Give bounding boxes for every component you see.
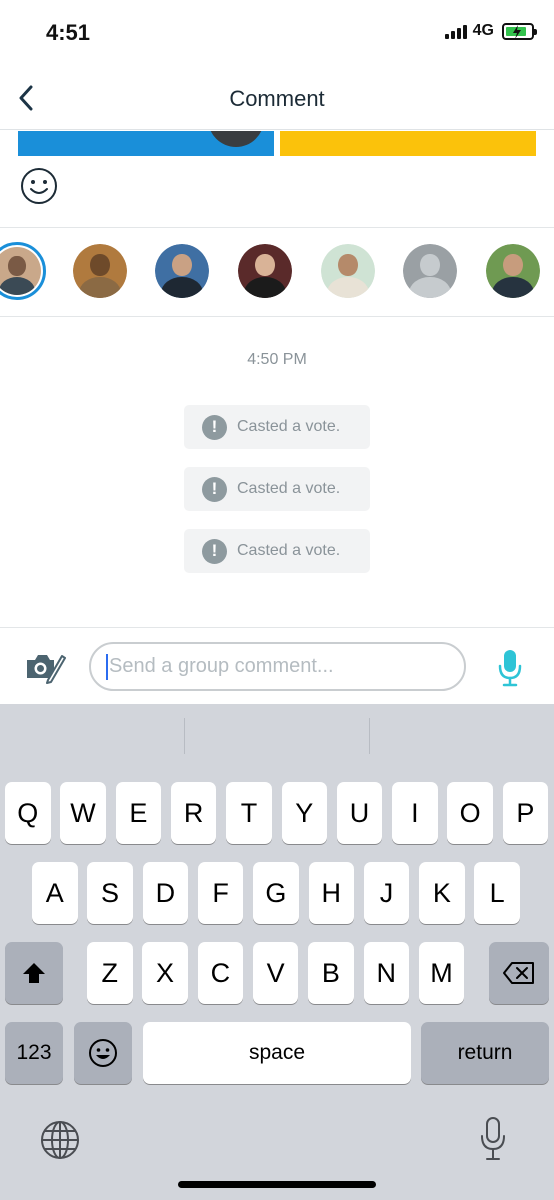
shift-icon: [23, 963, 45, 983]
activity-text: Casted a vote.: [237, 542, 341, 559]
comment-composer: [0, 627, 554, 704]
key-j[interactable]: J: [363, 862, 410, 924]
key-t[interactable]: T: [226, 782, 272, 844]
voice-input-button[interactable]: [497, 648, 523, 688]
keyboard: 123 space return QWERTYUIOP ASDFGHJKL ZXCV…: [0, 704, 554, 1200]
vote-result-bars: [0, 131, 554, 156]
key-o[interactable]: O: [447, 782, 493, 844]
participant-avatar-1[interactable]: [0, 242, 46, 300]
key-q[interactable]: Q: [5, 782, 51, 844]
text-caret: [106, 654, 108, 680]
key-c[interactable]: C: [197, 942, 244, 1004]
delete-key[interactable]: [489, 942, 549, 1004]
key-m[interactable]: M: [418, 942, 465, 1004]
smiley-icon: [21, 168, 57, 204]
shift-key[interactable]: [5, 942, 63, 1004]
status-indicators: 4G: [444, 22, 537, 40]
key-b[interactable]: B: [308, 942, 354, 1004]
dictation-mic-icon: [481, 1117, 505, 1160]
key-n[interactable]: N: [363, 942, 409, 1004]
suggestion-divider: [184, 718, 185, 754]
network-type: 4G: [472, 22, 494, 39]
activity-event: ! Casted a vote.: [184, 529, 370, 573]
participant-avatar-2[interactable]: [73, 244, 127, 298]
globe-icon: [41, 1121, 79, 1159]
activity-event: ! Casted a vote.: [184, 405, 370, 449]
key-p[interactable]: P: [502, 782, 549, 844]
key-e[interactable]: E: [115, 782, 162, 844]
key-g[interactable]: G: [253, 862, 299, 924]
emoji-keyboard-key[interactable]: [74, 1022, 132, 1084]
participant-avatar-6[interactable]: [403, 244, 457, 298]
key-s[interactable]: S: [87, 862, 133, 924]
home-indicator: [178, 1181, 376, 1188]
alert-icon: !: [202, 476, 227, 502]
status-bar: 4:51 4G: [0, 0, 554, 66]
camera-edit-icon: [27, 655, 66, 684]
vote-bar-yellow: [280, 131, 536, 156]
return-key[interactable]: return: [421, 1022, 549, 1084]
alert-icon: !: [202, 414, 227, 440]
key-k[interactable]: K: [419, 862, 465, 924]
key-f[interactable]: F: [197, 862, 244, 924]
key-w[interactable]: W: [60, 782, 106, 844]
activity-event: ! Casted a vote.: [184, 467, 370, 511]
page-title: Comment: [229, 86, 325, 111]
emoji-reaction-button[interactable]: [20, 167, 58, 205]
key-u[interactable]: U: [336, 782, 383, 844]
space-key[interactable]: space: [143, 1022, 411, 1084]
backspace-icon: [503, 962, 534, 984]
numbers-key[interactable]: 123: [5, 1022, 63, 1084]
participant-avatar-7[interactable]: [486, 244, 540, 298]
suggestion-divider: [369, 718, 370, 754]
participant-avatar-5[interactable]: [321, 244, 375, 298]
key-i[interactable]: I: [392, 782, 438, 844]
comment-input[interactable]: [89, 642, 466, 691]
status-time: 4:51: [46, 20, 91, 45]
participant-avatar-4[interactable]: [238, 244, 292, 298]
camera-button[interactable]: [24, 650, 66, 684]
divider: [0, 316, 554, 317]
dictation-button[interactable]: [478, 1116, 508, 1162]
emoji-keyboard-icon: [89, 1039, 117, 1067]
microphone-icon: [498, 650, 522, 687]
battery-icon: [502, 22, 537, 40]
key-d[interactable]: D: [142, 862, 189, 924]
activity-text: Casted a vote.: [237, 480, 341, 497]
alert-icon: !: [202, 538, 227, 564]
message-timestamp: 4:50 PM: [247, 351, 307, 368]
globe-button[interactable]: [40, 1120, 80, 1160]
key-r[interactable]: R: [170, 782, 217, 844]
participant-avatar-3[interactable]: [155, 244, 209, 298]
signal-icon: [444, 23, 467, 39]
participant-avatars: [0, 228, 554, 316]
nav-bar: Comment: [0, 66, 554, 130]
key-a[interactable]: A: [32, 862, 78, 924]
key-l[interactable]: L: [474, 862, 520, 924]
key-h[interactable]: H: [308, 862, 354, 924]
activity-text: Casted a vote.: [237, 418, 341, 435]
key-v[interactable]: V: [252, 942, 299, 1004]
key-y[interactable]: Y: [281, 782, 327, 844]
key-z[interactable]: Z: [87, 942, 133, 1004]
key-x[interactable]: X: [142, 942, 188, 1004]
